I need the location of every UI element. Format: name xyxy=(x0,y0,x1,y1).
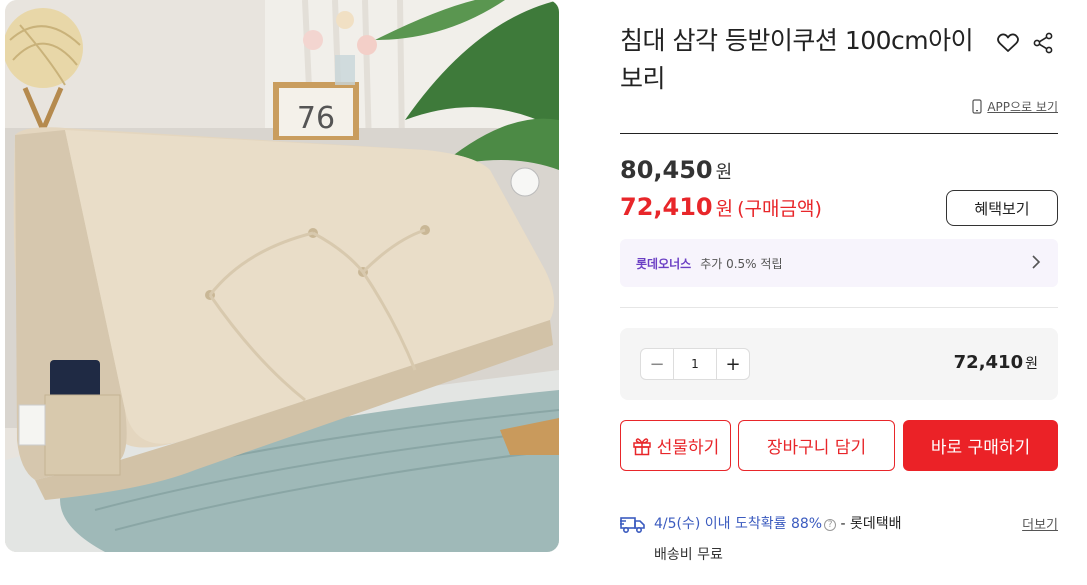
product-title: 침대 삼각 등받이쿠션 100cm아이보리 xyxy=(620,26,974,93)
delivery-more-link[interactable]: 더보기 xyxy=(1022,514,1058,533)
heart-icon[interactable] xyxy=(995,30,1021,56)
sale-price-note: (구매금액) xyxy=(737,198,822,220)
share-icon[interactable] xyxy=(1030,30,1056,56)
chevron-right-icon xyxy=(1032,255,1041,269)
sale-price-unit: 원 xyxy=(715,198,734,220)
increase-button[interactable]: + xyxy=(717,349,749,379)
membership-brand: 롯데오너스 xyxy=(636,256,692,271)
sale-price: 72,410 원 (구매금액) xyxy=(620,193,822,221)
truck-icon xyxy=(620,517,645,534)
benefit-button[interactable]: 혜택보기 xyxy=(946,190,1058,226)
membership-banner[interactable]: 롯데오너스 추가 0.5% 적립 xyxy=(620,239,1058,287)
app-view-label: APP으로 보기 xyxy=(987,100,1058,114)
membership-description: 추가 0.5% 적립 xyxy=(700,256,783,271)
gift-button[interactable]: 선물하기 xyxy=(620,420,731,471)
original-price: 80,450 원 xyxy=(620,156,732,184)
buy-now-button[interactable]: 바로 구매하기 xyxy=(903,420,1058,471)
calendar-number: 76 xyxy=(297,101,335,136)
delivery-carrier: - 롯데택배 xyxy=(836,516,902,532)
delivery-estimate-line: 4/5(수) 이내 도착확률 88%? - 롯데택배 xyxy=(654,513,902,533)
quantity-total-value: 72,410 xyxy=(953,352,1024,373)
product-info-panel: 침대 삼각 등받이쿠션 100cm아이보리 APP으로 보기 80,450 원 7… xyxy=(620,0,1058,585)
product-photo: 76 xyxy=(5,0,559,552)
quantity-total: 72,410 원 xyxy=(954,352,1038,373)
help-icon[interactable]: ? xyxy=(824,519,837,531)
quantity-value[interactable]: 1 xyxy=(673,349,717,379)
shipping-fee: 배송비 무료 xyxy=(654,547,723,563)
app-view-link[interactable]: APP으로 보기 xyxy=(972,98,1058,115)
product-image[interactable]: 76 xyxy=(5,0,559,552)
quantity-stepper: − 1 + xyxy=(640,348,750,380)
section-divider xyxy=(620,307,1058,308)
mobile-icon xyxy=(972,99,982,114)
sale-price-value: 72,410 xyxy=(620,193,713,221)
add-to-cart-button[interactable]: 장바구니 담기 xyxy=(738,420,895,471)
original-price-unit: 원 xyxy=(715,162,733,183)
title-divider xyxy=(620,133,1058,134)
delivery-estimate: 4/5(수) 이내 도착확률 88% xyxy=(654,516,823,532)
original-price-value: 80,450 xyxy=(620,156,713,184)
quantity-box: − 1 + 72,410 원 xyxy=(620,328,1058,400)
decrease-button[interactable]: − xyxy=(641,349,673,379)
gift-button-label: 선물하기 xyxy=(656,438,720,458)
gift-icon xyxy=(632,437,651,455)
quantity-total-unit: 원 xyxy=(1025,356,1038,372)
